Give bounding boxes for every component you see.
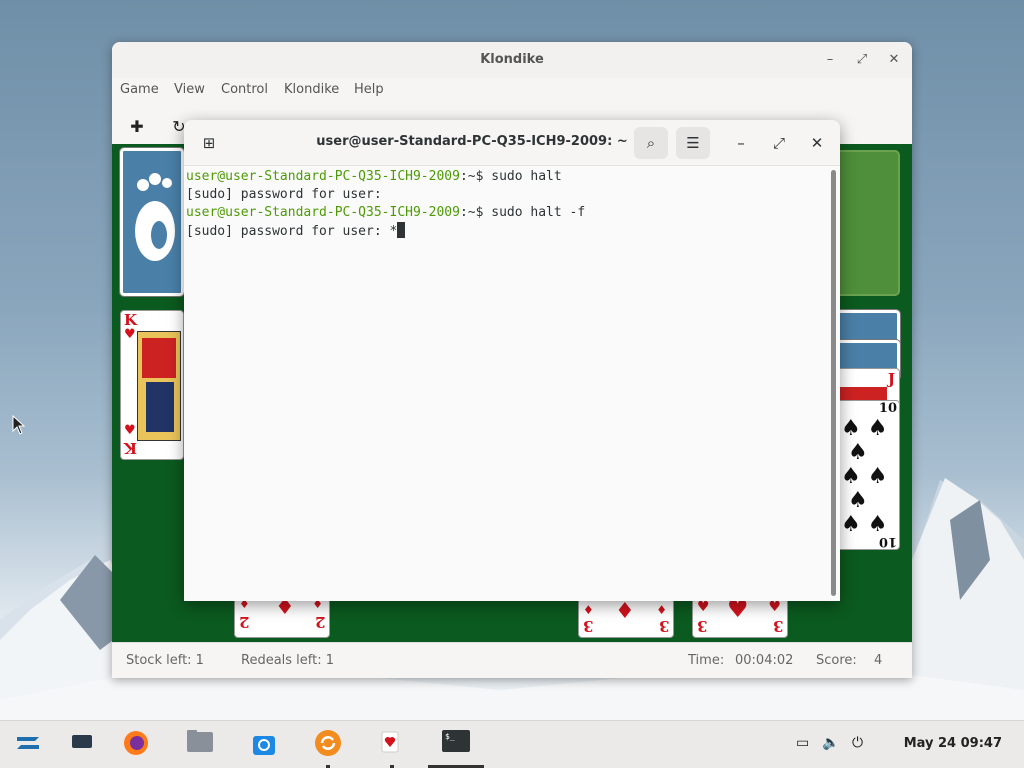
klondike-menubar: Game View Control Klondike Help <box>112 78 912 104</box>
svg-text:$_: $_ <box>445 732 455 741</box>
close-button[interactable]: ✕ <box>800 127 834 159</box>
terminal-title: user@user-Standard-PC-Q35-ICH9-2009: ~ <box>316 134 628 149</box>
score-value: 4 <box>874 653 883 668</box>
stock-left-label: Stock left: 1 <box>126 653 204 668</box>
software-store-icon[interactable] <box>248 729 280 761</box>
power-icon[interactable]: ⏻ <box>852 735 863 751</box>
heart-suit-icon: ♥ <box>768 599 781 615</box>
card-rank: 10 <box>878 401 897 416</box>
spade-suit-icons: ♠ ♠ ♠ ♠ ♠ ♠ ♠ ♠ <box>841 416 888 537</box>
menu-control[interactable]: Control <box>221 82 268 97</box>
text-cursor <box>397 222 406 238</box>
command-text: :~$ sudo halt <box>459 169 562 184</box>
time-value: 00:04:02 <box>735 653 794 668</box>
output-text: [sudo] password for user: * <box>186 224 398 239</box>
software-updater-icon[interactable] <box>312 729 344 761</box>
menu-view[interactable]: View <box>174 82 205 97</box>
card-rank: 3 <box>583 617 594 635</box>
tableau-card-ten-spades[interactable]: 10 ♠ ♠ ♠ ♠ ♠ ♠ ♠ ♠ 10 <box>834 400 900 550</box>
tableau-card-three-hearts[interactable]: ♥ ♥ ♥ 3 3 <box>692 595 788 638</box>
terminal-line: [sudo] password for user: * <box>186 222 826 240</box>
new-tab-icon[interactable]: ⊞ <box>192 127 226 159</box>
klondike-statusbar: Stock left: 1 Redeals left: 1 Time: 00:0… <box>112 642 912 678</box>
terminal-line: [sudo] password for user: <box>186 186 826 204</box>
maximize-button[interactable]: ⤢ <box>762 127 796 159</box>
tableau-card-king-hearts[interactable]: K ♥ ♥ K <box>120 310 184 460</box>
solitaire-icon[interactable] <box>374 729 406 761</box>
card-rank: 3 <box>697 617 708 635</box>
minimize-button[interactable]: – <box>724 127 758 159</box>
klondike-title: Klondike <box>480 52 544 67</box>
menu-klondike[interactable]: Klondike <box>284 82 339 97</box>
stock-pile[interactable] <box>119 147 185 297</box>
diamond-suit-icon: ♦ <box>583 603 594 617</box>
heart-suit-icon: ♥ <box>124 327 136 342</box>
menu-help[interactable]: Help <box>354 82 384 97</box>
prompt-user-host: user@user-Standard-PC-Q35-ICH9-2009 <box>186 169 460 184</box>
maximize-button[interactable]: ⤢ <box>852 50 872 70</box>
card-rank: 3 <box>772 617 783 635</box>
card-rank: 2 <box>314 613 325 631</box>
new-game-icon[interactable]: ✚ <box>124 114 150 140</box>
menu-icon[interactable]: ☰ <box>676 127 710 159</box>
terminal-output[interactable]: user@user-Standard-PC-Q35-ICH9-2009:~$ s… <box>184 166 828 601</box>
heart-suit-icon: ♥ <box>124 423 136 438</box>
diamond-suit-icon: ♦ <box>615 599 635 624</box>
card-rank: J <box>887 370 895 388</box>
card-rank: 2 <box>239 613 250 631</box>
command-text: :~$ sudo halt -f <box>459 205 586 220</box>
taskbar: $_ ▭ 🔈 ⏻ May 24 09:47 <box>0 720 1024 768</box>
card-rank: 3 <box>658 617 669 635</box>
redeals-left-label: Redeals left: 1 <box>241 653 335 668</box>
card-rank: 10 <box>878 534 897 549</box>
tableau-card-two-diamonds[interactable]: ♦ ♦ ♦ 2 2 <box>234 595 330 638</box>
foundation-placeholder[interactable] <box>834 150 900 296</box>
card-rank: K <box>124 439 138 457</box>
terminal-line: user@user-Standard-PC-Q35-ICH9-2009:~$ s… <box>186 204 826 222</box>
menu-game[interactable]: Game <box>120 82 159 97</box>
output-text: [sudo] password for user: <box>186 187 382 202</box>
mouse-pointer-icon <box>12 415 26 435</box>
close-button[interactable]: ✕ <box>884 50 904 70</box>
files-icon[interactable] <box>184 729 216 761</box>
screen-icon[interactable]: ▭ <box>796 735 809 751</box>
gnome-foot-icon <box>135 173 175 261</box>
score-label: Score: <box>816 653 857 668</box>
search-icon[interactable]: ⌕ <box>634 127 668 159</box>
klondike-titlebar: Klondike – ⤢ ✕ <box>112 42 912 78</box>
zorin-menu-icon[interactable] <box>12 729 44 761</box>
time-label: Time: <box>688 653 725 668</box>
tableau-card-three-diamonds[interactable]: ♦ ♦ ♦ 3 3 <box>578 598 674 638</box>
firefox-icon[interactable] <box>120 729 152 761</box>
terminal-icon[interactable]: $_ <box>440 729 472 761</box>
minimize-button[interactable]: – <box>820 50 840 70</box>
prompt-user-host: user@user-Standard-PC-Q35-ICH9-2009 <box>186 205 460 220</box>
terminal-headerbar: ⊞ user@user-Standard-PC-Q35-ICH9-2009: ~… <box>184 120 840 166</box>
clock[interactable]: May 24 09:47 <box>904 736 1002 751</box>
king-face-artwork <box>137 331 181 441</box>
terminal-scrollbar[interactable] <box>831 170 836 596</box>
heart-suit-icon: ♥ <box>697 599 710 615</box>
workspaces-icon[interactable] <box>66 729 98 761</box>
volume-icon[interactable]: 🔈 <box>822 735 839 751</box>
terminal-line: user@user-Standard-PC-Q35-ICH9-2009:~$ s… <box>186 168 826 186</box>
diamond-suit-icon: ♦ <box>656 603 667 617</box>
terminal-window: ⊞ user@user-Standard-PC-Q35-ICH9-2009: ~… <box>184 120 840 601</box>
